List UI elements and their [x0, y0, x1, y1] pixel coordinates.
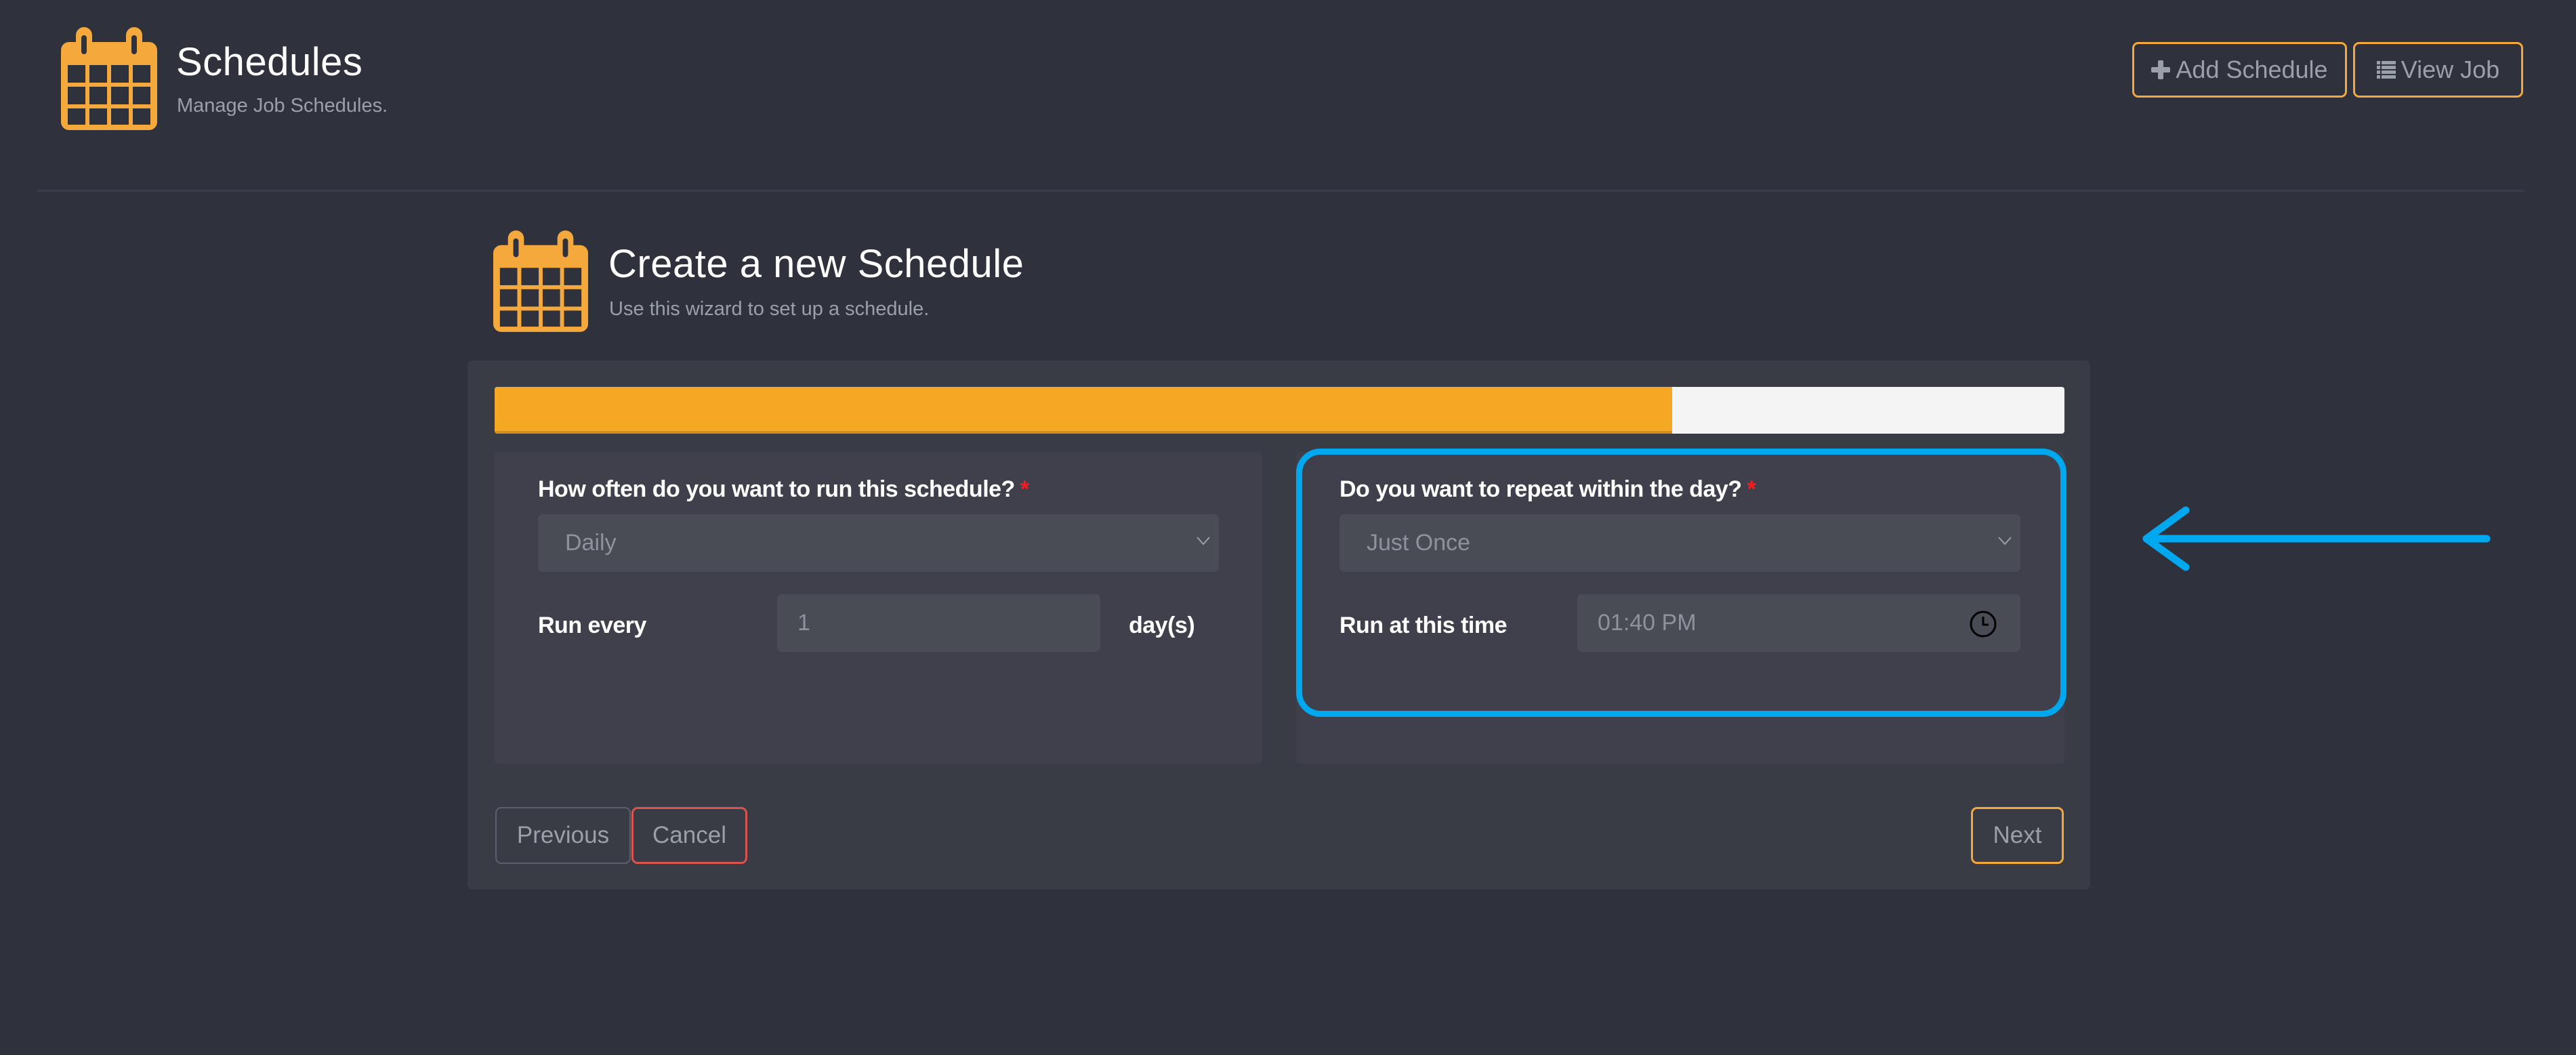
frequency-label: How often do you want to run this schedu… [538, 476, 1029, 503]
calendar-icon [493, 230, 588, 332]
run-every-label: Run every [538, 613, 646, 638]
add-schedule-label: Add Schedule [2176, 56, 2328, 83]
plus-icon [2151, 60, 2171, 79]
frequency-value: Daily [565, 530, 617, 556]
page-subtitle: Manage Job Schedules. [177, 95, 388, 117]
header-divider [37, 190, 2524, 192]
cancel-button[interactable]: Cancel [631, 807, 747, 864]
frequency-panel: How often do you want to run this schedu… [495, 452, 1262, 764]
required-marker: * [1020, 476, 1029, 502]
page-title: Schedules [176, 40, 363, 84]
add-schedule-button[interactable]: Add Schedule [2132, 42, 2347, 98]
run-every-unit: day(s) [1129, 613, 1195, 638]
run-every-value: 1 [797, 610, 810, 636]
arrow-left-icon [2142, 506, 2491, 571]
calendar-icon [61, 27, 157, 130]
highlight-box [1296, 449, 2066, 717]
frequency-label-text: How often do you want to run this schedu… [538, 476, 1015, 502]
chevron-down-icon [1197, 537, 1210, 545]
previous-button[interactable]: Previous [495, 807, 631, 864]
view-job-label: View Job [2401, 56, 2500, 83]
view-job-button[interactable]: View Job [2353, 42, 2523, 98]
wizard-progress-fill [495, 387, 1672, 434]
next-button[interactable]: Next [1971, 807, 2064, 864]
list-icon [2376, 61, 2396, 79]
run-every-input[interactable]: 1 [777, 594, 1100, 652]
wizard-title: Create a new Schedule [608, 242, 1024, 286]
frequency-select[interactable]: Daily [538, 514, 1219, 572]
wizard-subtitle: Use this wizard to set up a schedule. [609, 298, 930, 320]
wizard-progress-bar [495, 387, 2064, 434]
